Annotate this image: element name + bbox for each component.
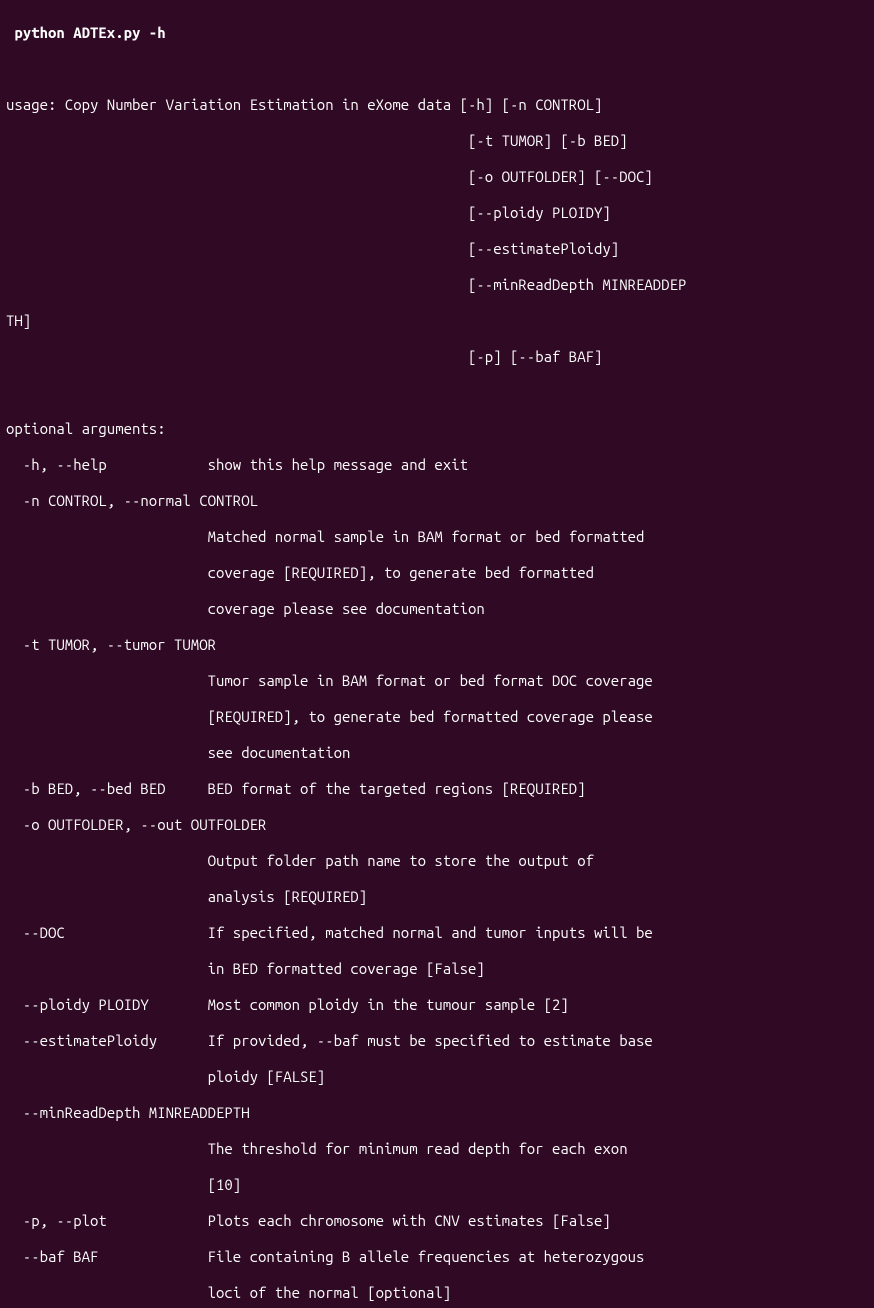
arg-tumor-desc: see documentation [6,744,350,761]
arg-plot: -p, --plot Plots each chromosome with CN… [6,1212,611,1229]
arg-help: -h, --help show this help message and ex… [6,456,468,473]
arg-outfolder-desc: analysis [REQUIRED] [6,888,367,905]
usage-line: usage: Copy Number Variation Estimation … [6,96,602,113]
arg-bed: -b BED, --bed BED BED format of the targ… [6,780,586,797]
arg-normal-desc: coverage please see documentation [6,600,485,617]
arg-normal-desc: coverage [REQUIRED], to generate bed for… [6,564,594,581]
usage-line: [--minReadDepth MINREADDEP [6,276,686,293]
arg-normal: -n CONTROL, --normal CONTROL [6,492,258,509]
arg-estimateploidy: --estimatePloidy If provided, --baf must… [6,1032,653,1049]
arg-minreaddepth-desc: [10] [6,1176,241,1193]
arg-normal-desc: Matched normal sample in BAM format or b… [6,528,644,545]
arg-doc-desc: in BED formatted coverage [False] [6,960,485,977]
terminal-output[interactable]: python ADTEx.py -h usage: Copy Number Va… [0,0,874,1308]
arg-minreaddepth-desc: The threshold for minimum read depth for… [6,1140,628,1157]
command-line: python ADTEx.py -h [6,24,166,41]
arg-tumor-desc: [REQUIRED], to generate bed formatted co… [6,708,653,725]
usage-line: [--ploidy PLOIDY] [6,204,611,221]
usage-line: [-p] [--baf BAF] [6,348,602,365]
arg-ploidy: --ploidy PLOIDY Most common ploidy in th… [6,996,569,1013]
arg-tumor-desc: Tumor sample in BAM format or bed format… [6,672,653,689]
arg-baf: --baf BAF File containing B allele frequ… [6,1248,644,1265]
arg-minreaddepth: --minReadDepth MINREADDEPTH [6,1104,250,1121]
arg-tumor: -t TUMOR, --tumor TUMOR [6,636,216,653]
arg-baf-desc: loci of the normal [optional] [6,1284,451,1301]
usage-line: TH] [6,312,31,329]
arg-outfolder-desc: Output folder path name to store the out… [6,852,594,869]
usage-line: [-o OUTFOLDER] [--DOC] [6,168,653,185]
usage-line: [-t TUMOR] [-b BED] [6,132,628,149]
usage-line: [--estimatePloidy] [6,240,619,257]
arg-estimateploidy-desc: ploidy [FALSE] [6,1068,325,1085]
arg-doc: --DOC If specified, matched normal and t… [6,924,653,941]
arg-outfolder: -o OUTFOLDER, --out OUTFOLDER [6,816,266,833]
optional-arguments-header: optional arguments: [6,420,166,437]
